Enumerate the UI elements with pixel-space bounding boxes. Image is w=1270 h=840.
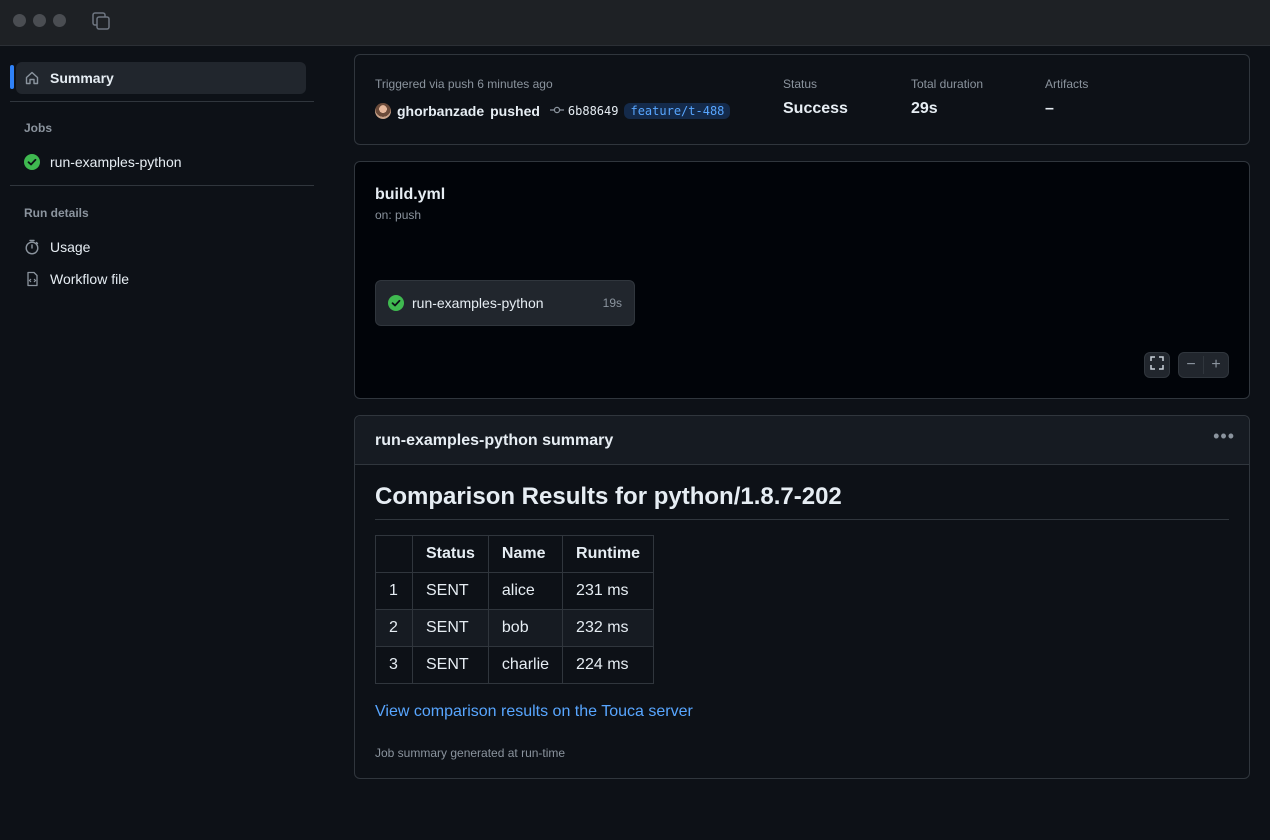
summary-header: run-examples-python summary ••• [355, 416, 1249, 465]
fullscreen-icon [1150, 355, 1164, 375]
more-options-icon[interactable]: ••• [1213, 426, 1235, 447]
job-node[interactable]: run-examples-python 19s [375, 280, 635, 326]
workflow-trigger: on: push [375, 208, 422, 222]
job-summary-card: run-examples-python summary ••• Comparis… [354, 415, 1250, 779]
artifacts-stat: Artifacts – [1045, 77, 1088, 118]
zoom-controls: − + [1178, 352, 1229, 378]
touca-results-link[interactable]: View comparison results on the Touca ser… [375, 703, 693, 721]
commit-link[interactable]: 6b88649 [549, 104, 619, 118]
run-info-card: Triggered via push 6 minutes ago ghorban… [354, 54, 1250, 145]
summary-title: run-examples-python summary [375, 432, 614, 449]
status-label: Status [783, 77, 818, 91]
job-node-label: run-examples-python [412, 295, 544, 311]
divider [10, 185, 314, 186]
stopwatch-icon [24, 239, 40, 255]
summary-footer: Job summary generated at run-time [375, 746, 566, 760]
maximize-window-button[interactable] [53, 14, 66, 27]
minimize-window-button[interactable] [33, 14, 46, 27]
artifacts-label: Artifacts [1045, 77, 1089, 91]
status-value: Success [783, 100, 848, 117]
table-header-row: Status Name Runtime [375, 535, 655, 573]
push-info: ghorbanzade pushed 6b88649 feature/t-488 [375, 103, 731, 119]
duration-value: 29s [911, 100, 938, 117]
table-row: 1 SENT alice 231 ms [375, 572, 655, 610]
git-commit-icon [549, 104, 564, 118]
branch-badge[interactable]: feature/t-488 [624, 103, 731, 119]
file-code-icon [24, 271, 40, 287]
tabs-overview-icon[interactable] [91, 11, 111, 31]
sidebar-item-label: run-examples-python [50, 154, 182, 170]
user-link[interactable]: ghorbanzade [397, 103, 484, 119]
sidebar-item-summary[interactable]: Summary [16, 62, 306, 94]
status-stat: Status Success [783, 77, 848, 118]
trigger-text: Triggered via push 6 minutes ago [375, 77, 553, 91]
column-header: Status [412, 535, 489, 573]
artifacts-value: – [1045, 100, 1054, 117]
check-circle-icon [388, 295, 404, 311]
table-cell: 3 [375, 646, 413, 684]
close-window-button[interactable] [13, 14, 26, 27]
summary-heading: Comparison Results for python/1.8.7-202 [375, 483, 1229, 520]
run-details-heading: Run details [24, 206, 89, 220]
sidebar-item-usage[interactable]: Usage [16, 231, 306, 263]
avatar[interactable] [375, 103, 391, 119]
sidebar: Summary Jobs run-examples-python Run det… [0, 46, 330, 840]
job-node-duration: 19s [602, 296, 622, 310]
window-titlebar [0, 0, 1270, 46]
table-cell: charlie [487, 646, 564, 684]
home-icon [24, 70, 40, 86]
table-row: 3 SENT charlie 224 ms [375, 646, 655, 684]
workflow-graph-card: build.yml on: push run-examples-python 1… [354, 161, 1250, 399]
table-cell: 232 ms [562, 609, 655, 647]
table-cell: SENT [412, 646, 489, 684]
active-indicator [10, 65, 14, 89]
table-cell: 2 [375, 609, 413, 647]
sidebar-item-label: Usage [50, 239, 91, 255]
table-cell: 224 ms [562, 646, 655, 684]
divider [10, 101, 314, 102]
table-cell: alice [487, 572, 564, 610]
duration-label: Total duration [911, 77, 984, 91]
sidebar-item-label: Summary [50, 70, 114, 86]
column-header: Name [487, 535, 564, 573]
table-cell: SENT [412, 572, 489, 610]
commit-sha: 6b88649 [567, 104, 619, 118]
sidebar-item-workflow-file[interactable]: Workflow file [16, 263, 306, 295]
table-cell: 231 ms [562, 572, 655, 610]
fullscreen-button[interactable] [1144, 352, 1170, 378]
check-circle-icon [24, 154, 40, 170]
sidebar-item-label: Workflow file [50, 271, 130, 287]
zoom-in-button[interactable]: + [1204, 356, 1228, 374]
sidebar-item-job[interactable]: run-examples-python [16, 146, 306, 178]
column-header: Runtime [562, 535, 655, 573]
table-cell: SENT [412, 609, 489, 647]
zoom-out-button[interactable]: − [1179, 356, 1204, 374]
duration-stat: Total duration 29s [911, 77, 983, 118]
table-cell: 1 [375, 572, 413, 610]
table-row: 2 SENT bob 232 ms [375, 609, 655, 647]
column-header [375, 535, 413, 573]
workflow-file-name[interactable]: build.yml [375, 186, 445, 204]
table-cell: bob [487, 609, 564, 647]
jobs-heading: Jobs [24, 121, 53, 135]
push-action: pushed [490, 103, 540, 119]
results-table: Status Name Runtime 1 SENT alice 231 ms … [375, 535, 655, 684]
